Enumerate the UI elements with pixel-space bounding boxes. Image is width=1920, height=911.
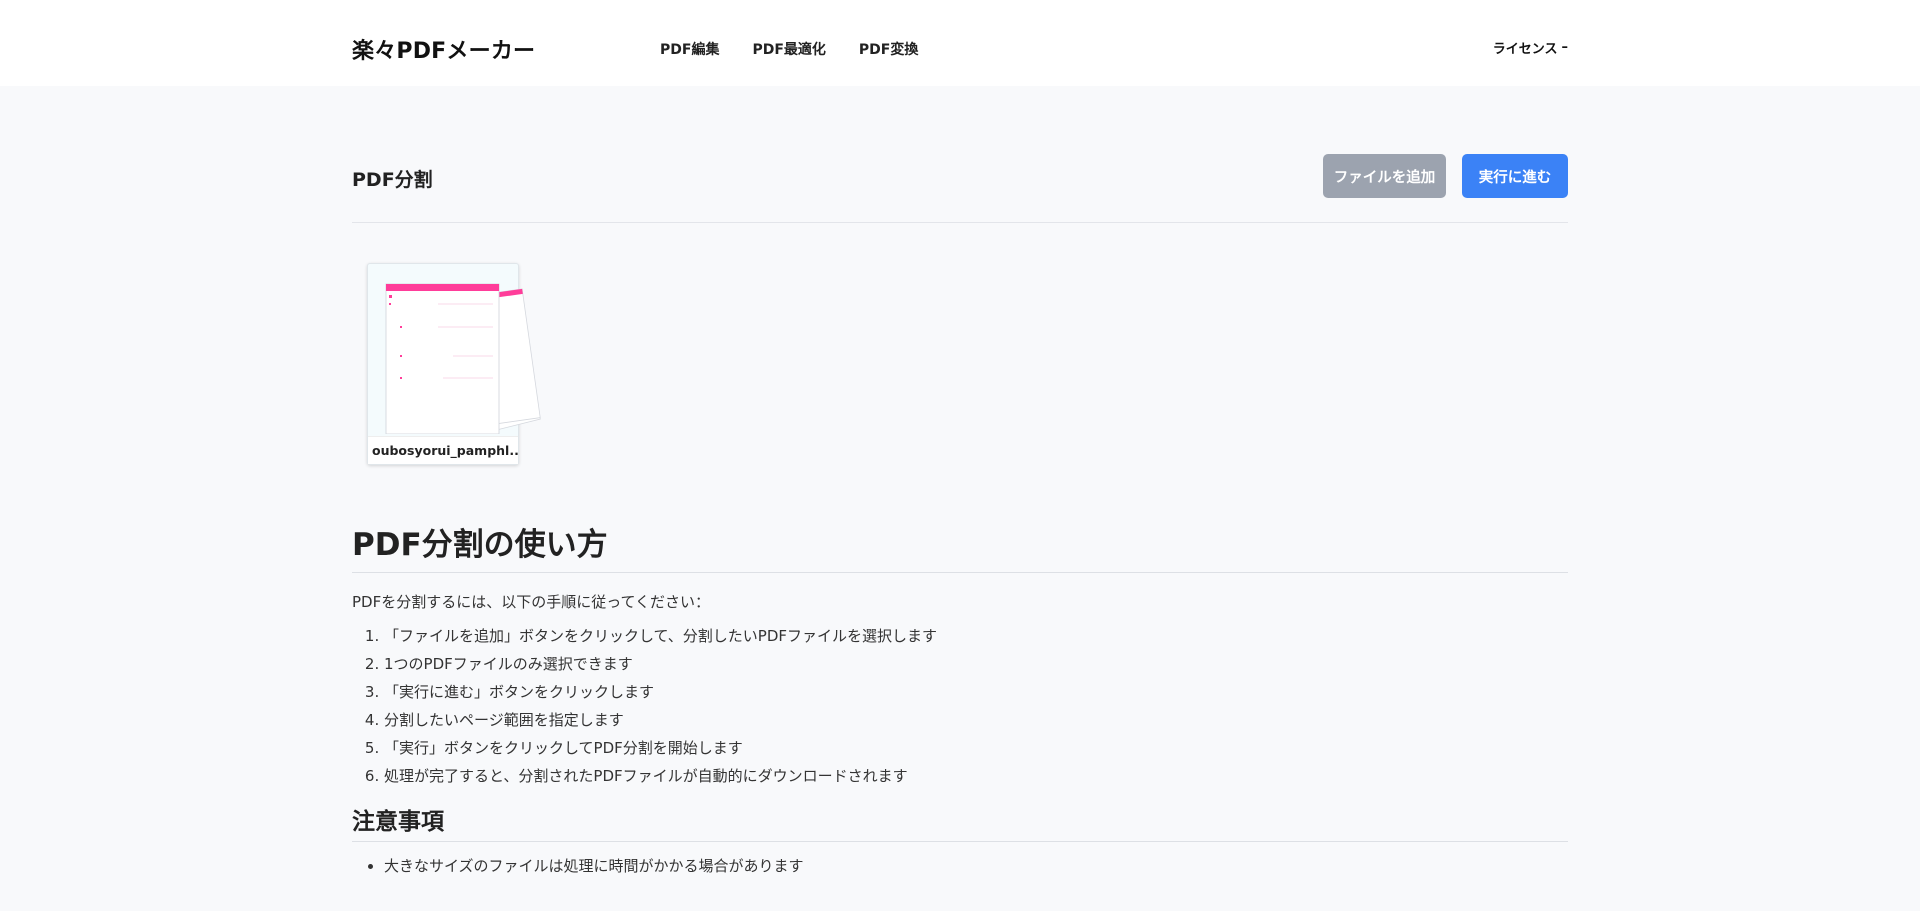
file-name: oubosyorui_pamphl... <box>368 436 518 464</box>
top-header: 楽々PDFメーカー PDF編集 PDF最適化 PDF変換 ライセンス – <box>0 0 1920 86</box>
nav-item-pdf-convert[interactable]: PDF変換 <box>859 39 918 59</box>
toolbar: PDF分割 ファイルを追加 実行に進む <box>352 86 1568 223</box>
notes-title: 注意事項 <box>352 802 1568 842</box>
nav-item-pdf-optimize[interactable]: PDF最適化 <box>752 39 825 59</box>
howto-steps: 「ファイルを追加」ボタンをクリックして、分割したいPDFファイルを選択します 1… <box>352 622 1568 790</box>
step-item: 「実行」ボタンをクリックしてPDF分割を開始します <box>384 734 1568 762</box>
license-link[interactable]: ライセンス – <box>1493 38 1568 57</box>
dash-icon: – <box>1561 40 1569 55</box>
add-file-button[interactable]: ファイルを追加 <box>1323 154 1446 198</box>
step-item: 「ファイルを追加」ボタンをクリックして、分割したいPDFファイルを選択します <box>384 622 1568 650</box>
proceed-button[interactable]: 実行に進む <box>1462 154 1568 198</box>
app-logo[interactable]: 楽々PDFメーカー <box>352 33 535 65</box>
file-card[interactable]: oubosyorui_pamphl... <box>367 263 541 465</box>
howto-intro: PDFを分割するには、以下の手順に従ってください： <box>352 593 711 611</box>
file-list: oubosyorui_pamphl... <box>352 223 1568 519</box>
main-nav: PDF編集 PDF最適化 PDF変換 <box>660 39 918 59</box>
pdf-thumbnail <box>385 283 541 434</box>
notes-list: 大きなサイズのファイルは処理に時間がかかる場合があります <box>352 852 1568 880</box>
step-item: 処理が完了すると、分割されたPDFファイルが自動的にダウンロードされます <box>384 762 1568 790</box>
step-item: 「実行に進む」ボタンをクリックします <box>384 678 1568 706</box>
step-item: 分割したいページ範囲を指定します <box>384 706 1568 734</box>
main-content: PDF分割 ファイルを追加 実行に進む oubosyorui_pamphl...… <box>352 86 1568 880</box>
note-item: 大きなサイズのファイルは処理に時間がかかる場合があります <box>384 852 1568 880</box>
nav-item-pdf-edit[interactable]: PDF編集 <box>660 39 719 59</box>
page-title: PDF分割 <box>352 169 433 191</box>
step-item: 1つのPDFファイルのみ選択できます <box>384 650 1568 678</box>
license-label: ライセンス <box>1492 42 1558 57</box>
front-page <box>385 283 500 434</box>
howto-title: PDF分割の使い方 <box>352 519 1568 573</box>
